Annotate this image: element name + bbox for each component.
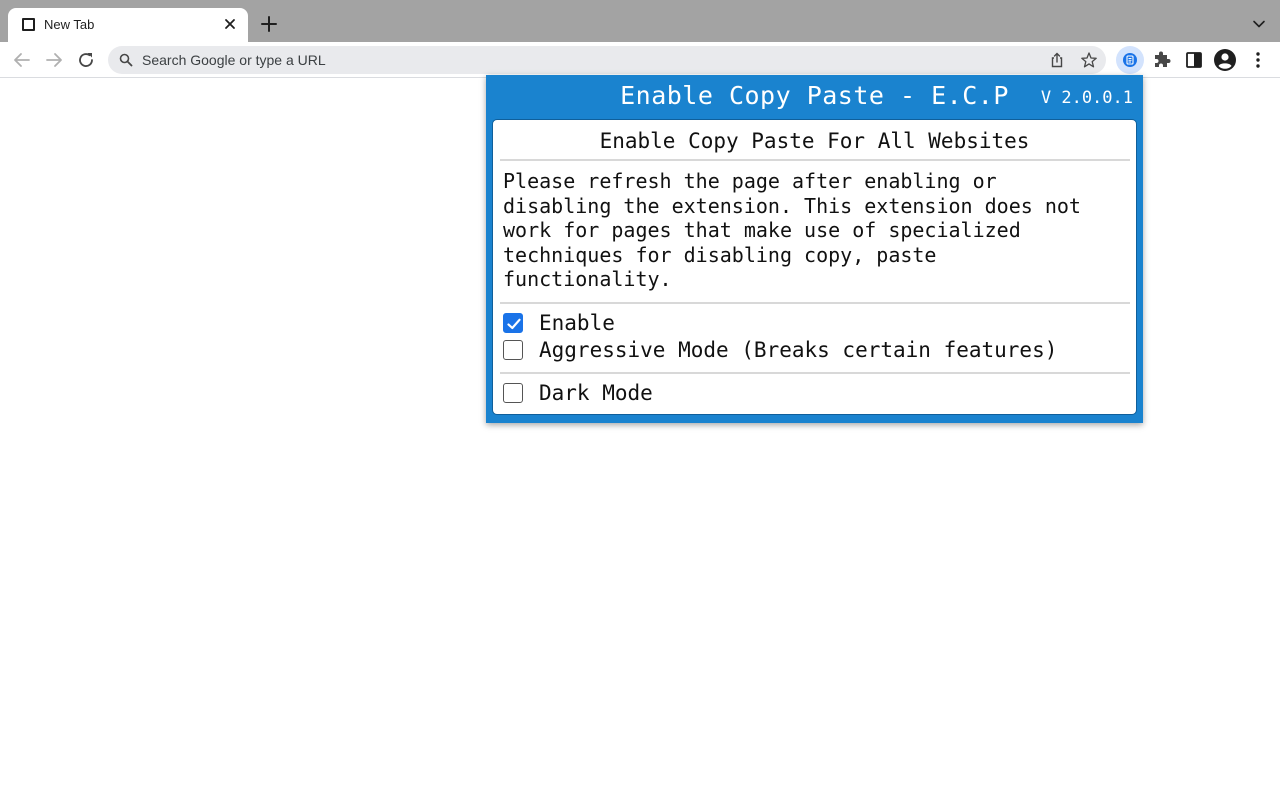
tab-new-tab[interactable]: New Tab [8,8,248,42]
aggressive-mode-label: Aggressive Mode (Breaks certain features… [539,338,1058,362]
dark-mode-checkbox[interactable] [503,383,523,403]
checkmark-icon [507,318,521,330]
card-heading: Enable Copy Paste For All Websites [599,129,1030,153]
back-icon[interactable] [10,48,34,72]
popup-card: Enable Copy Paste For All Websites Pleas… [492,119,1137,415]
extension-popup: Enable Copy Paste - E.C.P V 2.0.0.1 Enab… [486,75,1143,423]
extension-icon [1123,53,1137,67]
search-icon [119,53,133,67]
new-tab-favicon-icon [22,18,35,31]
dark-mode-option[interactable]: Dark Mode [503,380,653,406]
menu-icon[interactable] [1246,48,1270,72]
aggressive-mode-checkbox[interactable] [503,340,523,360]
tab-close-icon[interactable] [220,14,240,34]
dark-mode-label: Dark Mode [539,381,653,405]
divider [500,302,1130,304]
enable-checkbox[interactable] [503,313,523,333]
description-text: Please refresh the page after enabling o… [503,169,1081,291]
side-panel-icon[interactable] [1182,48,1206,72]
omnibox-input[interactable] [142,46,1022,74]
tab-strip: New Tab [0,0,1280,42]
omnibox[interactable] [108,46,1106,74]
new-tab-plus-icon[interactable] [259,14,279,34]
tab-title: New Tab [44,17,95,32]
reload-icon[interactable] [74,48,98,72]
bookmark-star-icon[interactable] [1080,51,1098,69]
profile-icon[interactable] [1213,48,1237,72]
enable-label: Enable [539,311,615,335]
extension-button-active[interactable] [1116,46,1144,74]
aggressive-mode-option[interactable]: Aggressive Mode (Breaks certain features… [503,337,1057,363]
enable-option[interactable]: Enable [503,310,615,336]
chevron-down-icon[interactable] [1252,17,1266,31]
browser-toolbar [0,42,1280,78]
forward-icon[interactable] [42,48,66,72]
version-label: V 2.0.0.1 [1040,88,1133,108]
puzzle-icon[interactable] [1150,48,1174,72]
divider [500,372,1130,374]
share-icon[interactable] [1048,51,1066,69]
divider [500,159,1130,161]
